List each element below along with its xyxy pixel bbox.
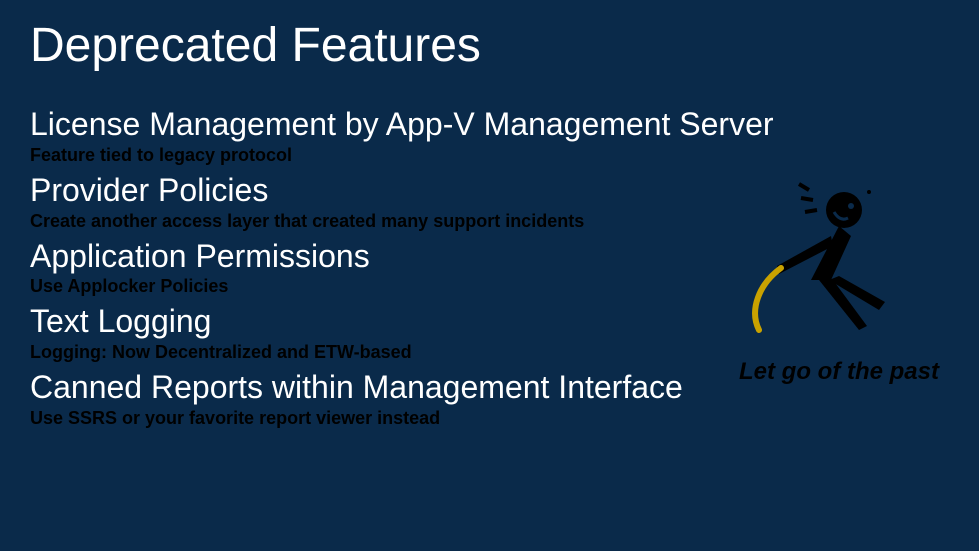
graphic-caption: Let go of the past <box>739 358 939 386</box>
let-go-graphic <box>739 180 909 350</box>
feature-item: License Management by App-V Management S… <box>30 106 949 166</box>
feature-heading: License Management by App-V Management S… <box>30 106 949 143</box>
feature-desc: Feature tied to legacy protocol <box>30 145 949 166</box>
feature-desc: Use SSRS or your favorite report viewer … <box>30 408 949 429</box>
slide-title: Deprecated Features <box>30 18 481 73</box>
